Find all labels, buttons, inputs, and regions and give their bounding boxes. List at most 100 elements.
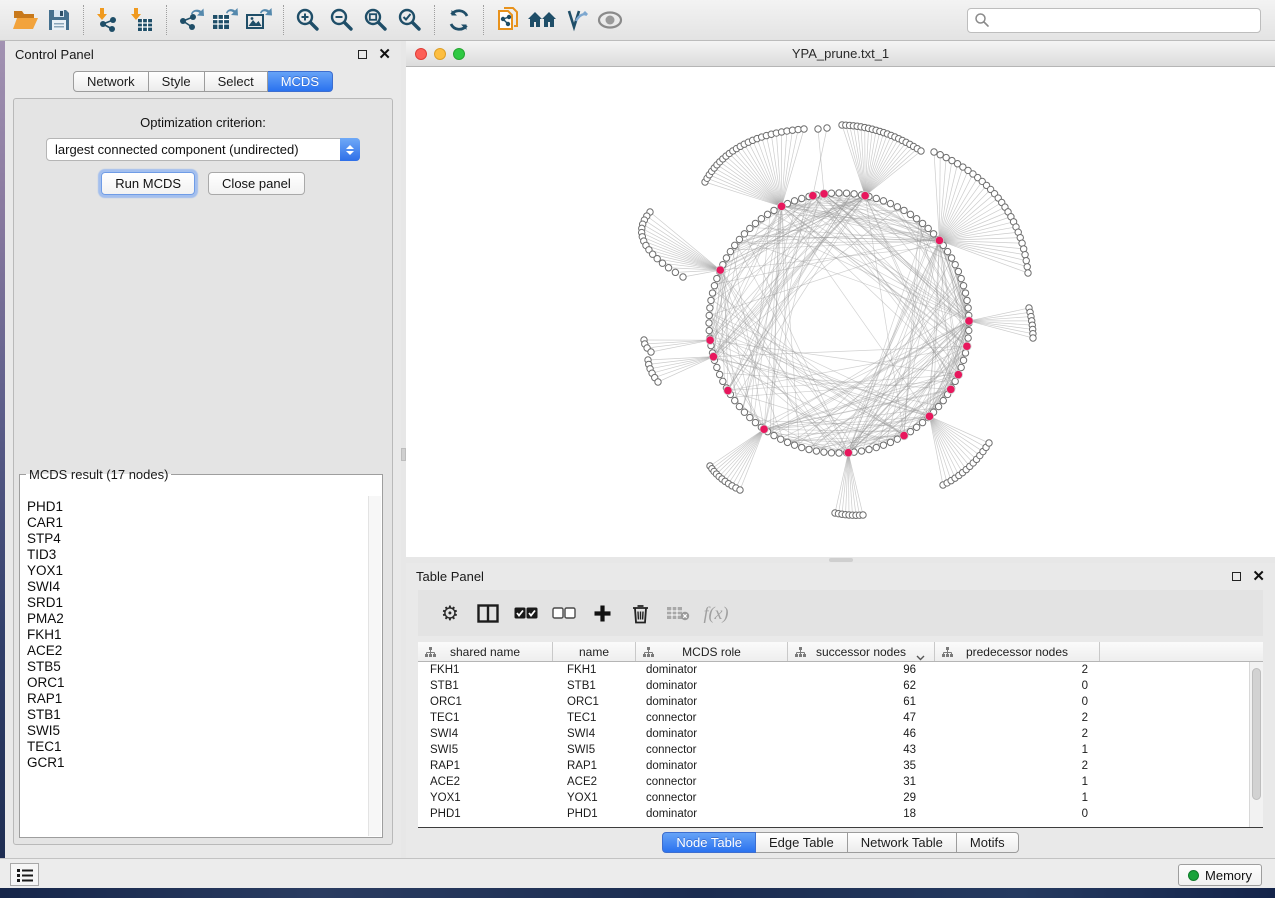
table-row[interactable]: RAP1RAP1dominator352 — [418, 758, 1263, 774]
tab-edge-table[interactable]: Edge Table — [756, 832, 848, 853]
run-mcds-button[interactable]: Run MCDS — [101, 172, 195, 195]
table-cell[interactable]: dominator — [636, 806, 788, 822]
show-graphics-details-eye-icon[interactable] — [593, 4, 627, 36]
show-column-panel-icon[interactable] — [469, 598, 507, 628]
table-row[interactable]: SWI4SWI4dominator462 — [418, 726, 1263, 742]
table-cell[interactable]: SWI5 — [418, 742, 553, 758]
mcds-result-item[interactable]: STP4 — [27, 531, 368, 547]
table-cell[interactable]: PHD1 — [553, 806, 636, 822]
table-cell[interactable]: RAP1 — [418, 758, 553, 774]
tab-select[interactable]: Select — [205, 71, 268, 92]
column-header-name[interactable]: name — [553, 642, 636, 661]
table-row[interactable]: ORC1ORC1dominator610 — [418, 694, 1263, 710]
tab-node-table[interactable]: Node Table — [662, 832, 756, 853]
column-header-predecessor-nodes[interactable]: predecessor nodes — [935, 642, 1100, 661]
close-panel-icon[interactable]: ✕ — [1252, 572, 1265, 582]
search-box[interactable] — [967, 8, 1261, 33]
mcds-result-item[interactable]: PMA2 — [27, 611, 368, 627]
network-graph[interactable] — [406, 67, 1275, 557]
mcds-result-item[interactable]: STB5 — [27, 659, 368, 675]
table-cell[interactable]: FKH1 — [418, 662, 553, 678]
table-options-gear-icon[interactable]: ⚙ — [431, 598, 469, 628]
table-cell[interactable]: 35 — [788, 758, 935, 774]
mcds-result-item[interactable]: TID3 — [27, 547, 368, 563]
table-cell[interactable]: 0 — [935, 694, 1100, 710]
tab-mcds[interactable]: MCDS — [268, 71, 333, 92]
tab-network-table[interactable]: Network Table — [848, 832, 957, 853]
table-cell[interactable]: 47 — [788, 710, 935, 726]
import-table-icon[interactable] — [125, 4, 159, 36]
import-network-icon[interactable] — [91, 4, 125, 36]
table-cell[interactable]: 43 — [788, 742, 935, 758]
table-cell[interactable]: connector — [636, 742, 788, 758]
table-cell[interactable]: ACE2 — [418, 774, 553, 790]
table-cell[interactable]: TEC1 — [418, 710, 553, 726]
table-cell[interactable]: 46 — [788, 726, 935, 742]
table-cell[interactable]: 96 — [788, 662, 935, 678]
search-input[interactable] — [990, 13, 1254, 27]
mcds-result-item[interactable]: PHD1 — [27, 499, 368, 515]
table-cell[interactable]: 62 — [788, 678, 935, 694]
zoom-in-icon[interactable] — [291, 4, 325, 36]
table-cell[interactable]: PHD1 — [418, 806, 553, 822]
table-cell[interactable]: ORC1 — [553, 694, 636, 710]
table-row[interactable]: PHD1PHD1dominator180 — [418, 806, 1263, 822]
table-cell[interactable]: dominator — [636, 758, 788, 774]
table-cell[interactable]: SWI4 — [553, 726, 636, 742]
table-cell[interactable]: 2 — [935, 662, 1100, 678]
tab-motifs[interactable]: Motifs — [957, 832, 1019, 853]
table-cell[interactable]: RAP1 — [553, 758, 636, 774]
memory-button[interactable]: Memory — [1178, 864, 1262, 886]
float-panel-icon[interactable] — [1232, 572, 1241, 581]
table-cell[interactable]: YOX1 — [553, 790, 636, 806]
open-file-icon[interactable] — [8, 4, 42, 36]
tab-network[interactable]: Network — [73, 71, 149, 92]
zoom-fit-icon[interactable] — [359, 4, 393, 36]
criterion-dropdown[interactable]: largest connected component (undirected) — [46, 138, 360, 161]
show-panels-list-icon[interactable] — [10, 863, 39, 886]
table-cell[interactable]: 2 — [935, 726, 1100, 742]
dropdown-stepper-icon[interactable] — [340, 138, 360, 161]
mcds-result-item[interactable]: ORC1 — [27, 675, 368, 691]
table-cell[interactable]: dominator — [636, 694, 788, 710]
table-vertical-scrollbar[interactable] — [1249, 662, 1263, 827]
close-panel-icon[interactable]: ✕ — [378, 50, 391, 60]
export-network-icon[interactable] — [174, 4, 208, 36]
mcds-result-item[interactable]: STB1 — [27, 707, 368, 723]
table-cell[interactable]: 0 — [935, 806, 1100, 822]
scrollbar-thumb[interactable] — [1252, 668, 1261, 800]
column-header-MCDS-role[interactable]: MCDS role — [636, 642, 788, 661]
table-row[interactable]: FKH1FKH1dominator962 — [418, 662, 1263, 678]
select-all-rows-icon[interactable] — [507, 598, 545, 628]
mcds-result-item[interactable]: SWI4 — [27, 579, 368, 595]
table-row[interactable]: STB1STB1dominator620 — [418, 678, 1263, 694]
mcds-result-item[interactable]: FKH1 — [27, 627, 368, 643]
table-cell[interactable]: ORC1 — [418, 694, 553, 710]
table-cell[interactable]: STB1 — [418, 678, 553, 694]
table-cell[interactable]: TEC1 — [553, 710, 636, 726]
first-neighbors-icon[interactable] — [525, 4, 559, 36]
hide-selected-icon[interactable] — [559, 4, 593, 36]
network-window-titlebar[interactable]: YPA_prune.txt_1 — [406, 41, 1275, 67]
table-cell[interactable]: YOX1 — [418, 790, 553, 806]
mcds-result-list[interactable]: PHD1CAR1STP4TID3YOX1SWI4SRD1PMA2FKH1ACE2… — [21, 496, 368, 836]
splitter-handle[interactable] — [829, 558, 853, 562]
mcds-result-item[interactable]: TEC1 — [27, 739, 368, 755]
table-cell[interactable]: 1 — [935, 742, 1100, 758]
table-cell[interactable]: 61 — [788, 694, 935, 710]
mcds-result-item[interactable]: ACE2 — [27, 643, 368, 659]
table-cell[interactable]: dominator — [636, 726, 788, 742]
table-cell[interactable]: 31 — [788, 774, 935, 790]
table-cell[interactable]: FKH1 — [553, 662, 636, 678]
mcds-result-item[interactable]: RAP1 — [27, 691, 368, 707]
table-cell[interactable]: ACE2 — [553, 774, 636, 790]
table-cell[interactable]: connector — [636, 774, 788, 790]
network-canvas[interactable] — [406, 67, 1275, 557]
table-row[interactable]: TEC1TEC1connector472 — [418, 710, 1263, 726]
table-row[interactable]: YOX1YOX1connector291 — [418, 790, 1263, 806]
tab-style[interactable]: Style — [149, 71, 205, 92]
table-cell[interactable]: 29 — [788, 790, 935, 806]
column-header-successor-nodes[interactable]: successor nodes — [788, 642, 935, 661]
export-image-icon[interactable] — [242, 4, 276, 36]
table-cell[interactable]: connector — [636, 710, 788, 726]
